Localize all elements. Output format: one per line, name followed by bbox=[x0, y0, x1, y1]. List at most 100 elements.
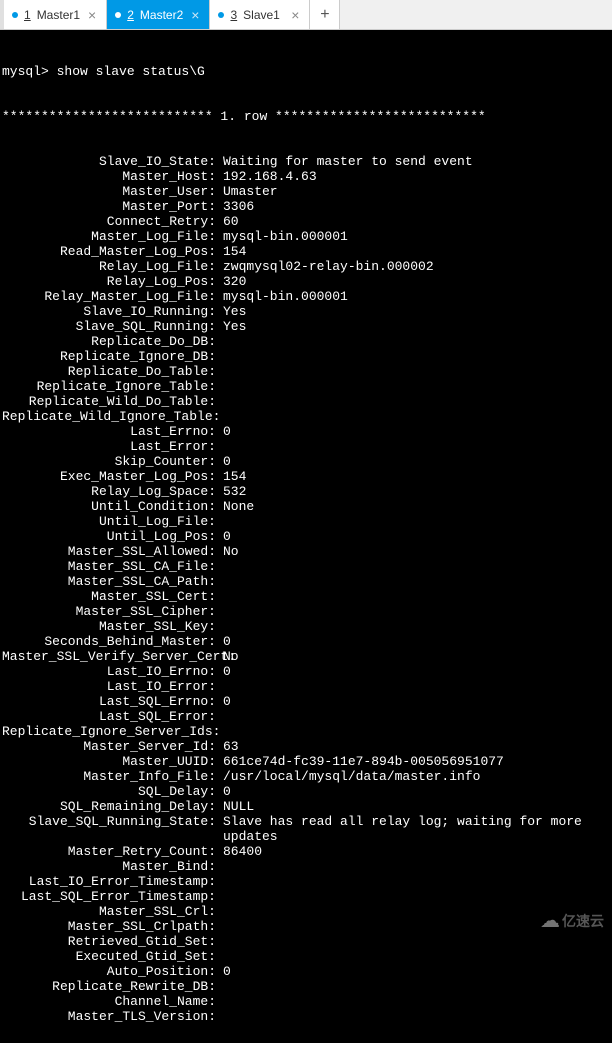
status-label: Master_UUID: bbox=[2, 754, 216, 769]
status-row: Last_Error: bbox=[2, 439, 610, 454]
status-label: Connect_Retry: bbox=[2, 214, 216, 229]
status-row: Master_SSL_Cipher: bbox=[2, 604, 610, 619]
status-value: No bbox=[216, 544, 239, 559]
status-row: Replicate_Rewrite_DB: bbox=[2, 979, 610, 994]
status-label: Master_Bind: bbox=[2, 859, 216, 874]
status-value bbox=[216, 724, 223, 739]
status-value bbox=[216, 904, 223, 919]
status-label: Relay_Master_Log_File: bbox=[2, 289, 216, 304]
tab-label: Slave1 bbox=[243, 8, 280, 22]
watermark-text: 亿速云 bbox=[562, 911, 604, 931]
status-label: Replicate_Ignore_DB: bbox=[2, 349, 216, 364]
status-row: Slave_SQL_Running_State:Slave has read a… bbox=[2, 814, 610, 844]
status-value: 0 bbox=[216, 424, 231, 439]
status-row: Master_SSL_CA_Path: bbox=[2, 574, 610, 589]
status-label: Seconds_Behind_Master: bbox=[2, 634, 216, 649]
status-value bbox=[216, 589, 223, 604]
status-value: Waiting for master to send event bbox=[216, 154, 473, 169]
status-label: Master_Retry_Count: bbox=[2, 844, 216, 859]
tab-master1[interactable]: 1Master1× bbox=[4, 0, 107, 29]
status-label: Skip_Counter: bbox=[2, 454, 216, 469]
status-label: Until_Log_File: bbox=[2, 514, 216, 529]
close-icon[interactable]: × bbox=[189, 8, 201, 22]
status-value bbox=[216, 949, 223, 964]
status-label: Master_Host: bbox=[2, 169, 216, 184]
tab-indicator-icon bbox=[115, 12, 121, 18]
status-value: 154 bbox=[216, 469, 246, 484]
status-value: Yes bbox=[216, 319, 246, 334]
status-value bbox=[216, 934, 223, 949]
status-row: Replicate_Ignore_DB: bbox=[2, 349, 610, 364]
status-value: 192.168.4.63 bbox=[216, 169, 317, 184]
tab-bar: 1Master1×2Master2×3Slave1× + bbox=[0, 0, 612, 30]
status-label: Master_SSL_CA_File: bbox=[2, 559, 216, 574]
status-row: Master_TLS_Version: bbox=[2, 1009, 610, 1024]
status-row: Last_IO_Errno:0 bbox=[2, 664, 610, 679]
status-value: /usr/local/mysql/data/master.info bbox=[216, 769, 480, 784]
status-value: 63 bbox=[216, 739, 239, 754]
status-row: Master_Host:192.168.4.63 bbox=[2, 169, 610, 184]
status-label: Auto_Position: bbox=[2, 964, 216, 979]
status-row: Replicate_Do_DB: bbox=[2, 334, 610, 349]
status-value: 0 bbox=[216, 784, 231, 799]
status-row: Replicate_Ignore_Table: bbox=[2, 379, 610, 394]
status-value bbox=[216, 364, 223, 379]
status-value: Slave has read all relay log; waiting fo… bbox=[216, 814, 610, 844]
status-label: Master_SSL_Crlpath: bbox=[2, 919, 216, 934]
status-value: 86400 bbox=[216, 844, 262, 859]
status-row: SQL_Remaining_Delay:NULL bbox=[2, 799, 610, 814]
tab-number: 1 bbox=[24, 8, 31, 22]
status-label: SQL_Remaining_Delay: bbox=[2, 799, 216, 814]
status-value bbox=[216, 379, 223, 394]
status-label: Relay_Log_File: bbox=[2, 259, 216, 274]
status-label: Last_SQL_Errno: bbox=[2, 694, 216, 709]
status-row: Last_SQL_Error_Timestamp: bbox=[2, 889, 610, 904]
status-value: No bbox=[216, 649, 239, 664]
close-icon[interactable]: × bbox=[86, 8, 98, 22]
status-row: Seconds_Behind_Master:0 bbox=[2, 634, 610, 649]
tab-indicator-icon bbox=[12, 12, 18, 18]
status-row: Slave_SQL_Running:Yes bbox=[2, 319, 610, 334]
status-label: Replicate_Wild_Ignore_Table: bbox=[2, 409, 216, 424]
status-label: Master_Server_Id: bbox=[2, 739, 216, 754]
status-label: Slave_IO_Running: bbox=[2, 304, 216, 319]
status-value bbox=[216, 994, 223, 1009]
tab-master2[interactable]: 2Master2× bbox=[107, 0, 210, 29]
status-label: Replicate_Wild_Do_Table: bbox=[2, 394, 216, 409]
status-row: Executed_Gtid_Set: bbox=[2, 949, 610, 964]
terminal-output: mysql> show slave status\G *************… bbox=[0, 30, 612, 1043]
status-value: 661ce74d-fc39-11e7-894b-005056951077 bbox=[216, 754, 504, 769]
status-value bbox=[216, 334, 223, 349]
status-value bbox=[216, 1009, 223, 1024]
status-value: mysql-bin.000001 bbox=[216, 289, 348, 304]
row-separator: *************************** 1. row *****… bbox=[2, 109, 610, 124]
status-row: Relay_Log_File:zwqmysql02-relay-bin.0000… bbox=[2, 259, 610, 274]
status-label: Slave_IO_State: bbox=[2, 154, 216, 169]
status-label: Channel_Name: bbox=[2, 994, 216, 1009]
status-label: Master_TLS_Version: bbox=[2, 1009, 216, 1024]
status-value bbox=[216, 604, 223, 619]
status-value bbox=[216, 574, 223, 589]
tab-indicator-icon bbox=[218, 12, 224, 18]
status-row: Last_Errno:0 bbox=[2, 424, 610, 439]
status-row: Master_SSL_CA_File: bbox=[2, 559, 610, 574]
status-row: Master_UUID:661ce74d-fc39-11e7-894b-0050… bbox=[2, 754, 610, 769]
status-row: Skip_Counter:0 bbox=[2, 454, 610, 469]
new-tab-button[interactable]: + bbox=[310, 0, 340, 29]
status-value: 0 bbox=[216, 529, 231, 544]
status-row: Auto_Position:0 bbox=[2, 964, 610, 979]
status-value: None bbox=[216, 499, 254, 514]
status-row: Master_Log_File:mysql-bin.000001 bbox=[2, 229, 610, 244]
status-label: Last_IO_Error: bbox=[2, 679, 216, 694]
close-icon[interactable]: × bbox=[289, 8, 301, 22]
status-row: Replicate_Ignore_Server_Ids: bbox=[2, 724, 610, 739]
status-row: Relay_Log_Pos:320 bbox=[2, 274, 610, 289]
status-label: Replicate_Ignore_Server_Ids: bbox=[2, 724, 216, 739]
status-label: SQL_Delay: bbox=[2, 784, 216, 799]
tab-slave1[interactable]: 3Slave1× bbox=[210, 0, 310, 29]
status-value: Yes bbox=[216, 304, 246, 319]
status-value bbox=[216, 859, 223, 874]
status-label: Replicate_Do_Table: bbox=[2, 364, 216, 379]
status-label: Last_SQL_Error: bbox=[2, 709, 216, 724]
status-value bbox=[216, 619, 223, 634]
